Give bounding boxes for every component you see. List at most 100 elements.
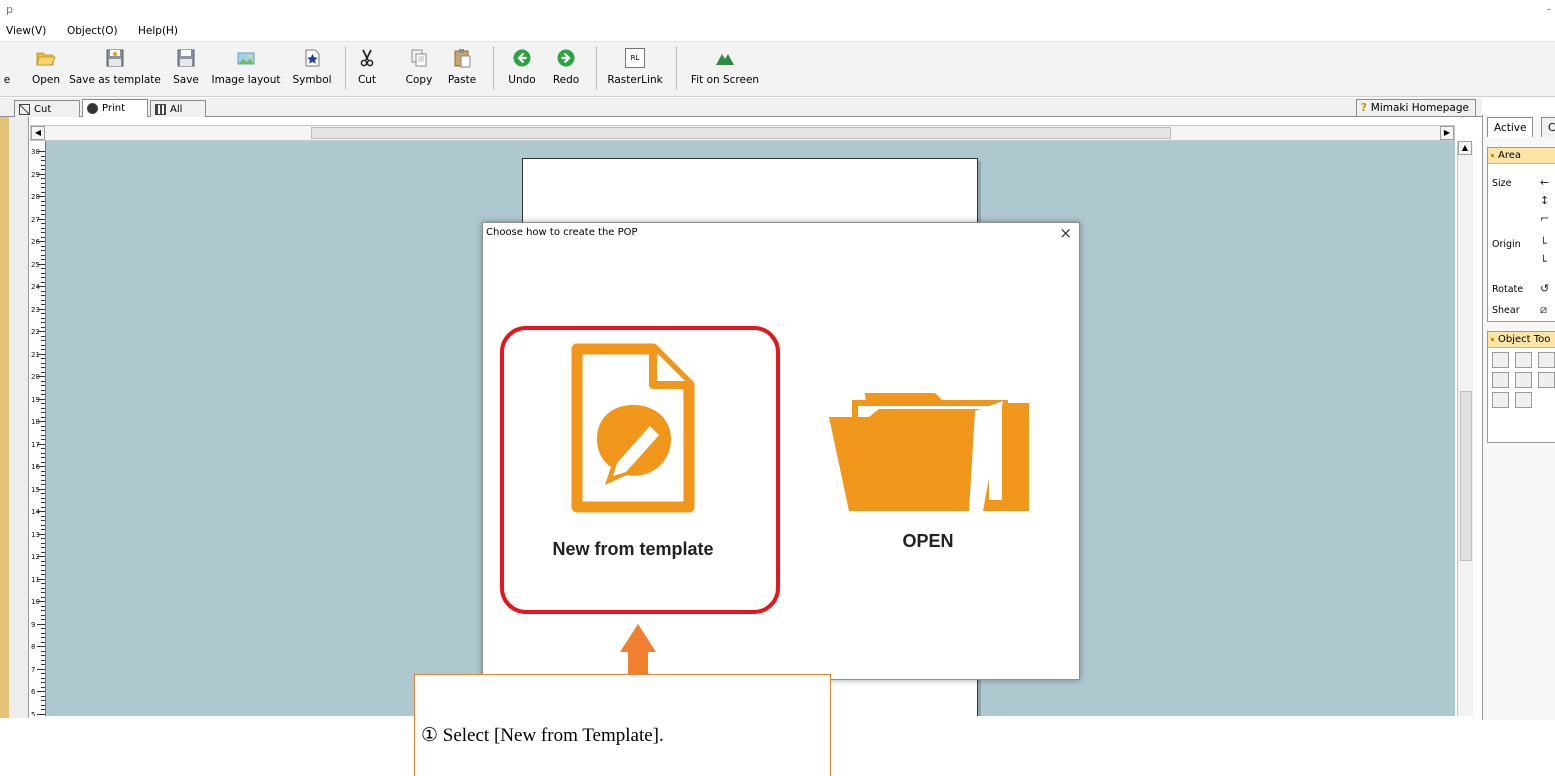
tab-all[interactable]: All	[150, 100, 206, 117]
minimize-button[interactable]: -	[1547, 2, 1551, 16]
ruler-tick	[41, 452, 45, 454]
ruler-tick	[41, 686, 45, 688]
symbol-button[interactable]: Symbol	[290, 46, 334, 94]
area-header[interactable]: Area	[1488, 148, 1555, 164]
copy-button[interactable]: Copy	[404, 46, 434, 94]
align-tool-button[interactable]	[1492, 372, 1509, 388]
save-button[interactable]: Save	[166, 46, 206, 94]
scroll-up-button[interactable]: ▲	[1458, 141, 1472, 155]
ruler-tick	[41, 295, 45, 296]
copy-icon	[411, 49, 427, 67]
object-tools-header[interactable]: Object Too	[1488, 332, 1555, 348]
ruler-label: 5	[31, 710, 36, 716]
rasterlink-icon: RL	[625, 48, 645, 68]
ruler-tick	[41, 407, 45, 409]
paste-button[interactable]: Paste	[446, 46, 478, 94]
ruler-tick	[37, 601, 45, 602]
ruler-tick	[41, 470, 45, 472]
horizontal-scroll-thumb[interactable]	[311, 127, 1171, 139]
rasterlink-button[interactable]: RL RasterLink	[607, 46, 663, 94]
align-tool-button[interactable]	[1492, 352, 1509, 368]
align-tool-button[interactable]	[1538, 372, 1555, 388]
ruler-tick	[37, 196, 45, 197]
tab-other[interactable]: C	[1541, 117, 1555, 137]
ruler-tick	[41, 313, 45, 314]
redo-button[interactable]: Redo	[548, 46, 584, 94]
horizontal-scrollbar[interactable]: ◀ ▶	[30, 125, 1455, 141]
align-tool-button[interactable]	[1538, 352, 1555, 368]
tab-all-label: All	[170, 103, 183, 115]
homepage-label: Mimaki Homepage	[1370, 102, 1469, 114]
open-button[interactable]: Open	[28, 46, 64, 94]
redo-label: Redo	[552, 74, 580, 86]
help-icon: ?	[1360, 102, 1367, 114]
ruler-tick	[41, 191, 45, 193]
ruler-tick	[41, 506, 45, 508]
align-tool-button[interactable]	[1515, 372, 1532, 388]
ruler-tick	[41, 349, 45, 350]
vertical-scrollbar[interactable]: ▲	[1457, 141, 1473, 716]
ruler-tick	[41, 169, 45, 170]
ruler-tick	[41, 700, 45, 701]
callout-arrow-head	[620, 624, 656, 652]
menu-bar: View(V) Object(O) Help(H)	[0, 22, 1555, 42]
distribute-tool-button[interactable]	[1515, 392, 1532, 408]
origin-label: Origin	[1492, 239, 1521, 250]
ruler-tick	[41, 362, 45, 364]
ruler-tick	[37, 331, 45, 332]
ruler-tick	[41, 371, 45, 373]
image-layout-button[interactable]: Image layout	[208, 46, 284, 94]
ruler-tick	[41, 497, 45, 499]
app-title: p	[6, 3, 13, 16]
fit-on-screen-button[interactable]: Fit on Screen	[691, 46, 759, 94]
tab-print[interactable]: Print	[82, 99, 148, 117]
print-tab-icon	[87, 103, 98, 114]
scroll-right-button[interactable]: ▶	[1440, 126, 1454, 140]
toolbar-separator	[676, 46, 677, 90]
area-section: Area Size ← ↕ ⌐ Origin └ └ Rotate ↺ Shea…	[1487, 147, 1555, 322]
ruler-tick	[41, 529, 45, 530]
tab-active[interactable]: Active	[1487, 117, 1534, 137]
ruler-tick	[41, 245, 45, 247]
ruler-tick	[41, 394, 45, 395]
ruler-tick	[37, 443, 45, 445]
menu-help[interactable]: Help(H)	[138, 25, 178, 37]
shear-icon: ⧄	[1540, 303, 1547, 316]
open-option[interactable]: OPEN	[823, 381, 1033, 552]
ruler-tick	[41, 340, 45, 341]
ruler-tick	[41, 574, 45, 575]
ruler-tick	[41, 592, 45, 593]
ruler-tick	[41, 475, 45, 476]
dialog-close-button[interactable]: ×	[1059, 224, 1072, 242]
tab-print-label: Print	[102, 103, 126, 114]
truncated-button[interactable]: e	[2, 46, 12, 94]
ruler-tick	[41, 596, 45, 598]
ruler-tick	[41, 281, 45, 283]
tab-cut[interactable]: Cut	[14, 100, 80, 117]
distribute-tool-button[interactable]	[1492, 392, 1509, 408]
cut-button[interactable]: Cut	[352, 46, 382, 94]
menu-object[interactable]: Object(O)	[67, 25, 118, 37]
ruler-tick	[41, 641, 45, 643]
ruler-tick	[41, 479, 45, 481]
undo-button[interactable]: Undo	[504, 46, 540, 94]
vertical-scroll-thumb[interactable]	[1460, 391, 1472, 561]
rotate-icon: ↺	[1540, 282, 1550, 295]
folder-icon	[829, 393, 1029, 511]
save-as-template-label: Save as template	[69, 74, 161, 86]
save-as-template-button[interactable]: Save as template	[69, 46, 161, 94]
ruler-tick	[41, 326, 45, 328]
ruler-tick	[41, 502, 45, 503]
align-tool-button[interactable]	[1515, 352, 1532, 368]
ruler-tick	[41, 664, 45, 665]
origin-y-icon: └	[1540, 255, 1547, 268]
mimaki-homepage-tab[interactable]: ? Mimaki Homepage	[1355, 99, 1476, 116]
save-label: Save	[173, 74, 199, 86]
ruler-tick	[41, 673, 45, 674]
scroll-left-button[interactable]: ◀	[31, 126, 45, 140]
menu-view[interactable]: View(V)	[6, 25, 46, 37]
dialog-title: Choose how to create the POP	[486, 227, 638, 238]
ruler-tick	[41, 587, 45, 589]
ruler-tick	[41, 569, 45, 571]
truncated-label: e	[3, 74, 11, 86]
